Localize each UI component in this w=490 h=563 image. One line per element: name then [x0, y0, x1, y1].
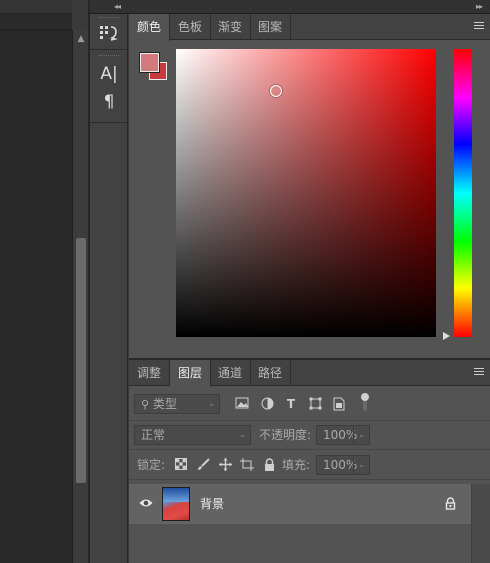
canvas-vertical-scrollbar[interactable]: ▲ [72, 30, 88, 563]
tab-channels[interactable]: 通道 [210, 360, 252, 386]
blend-mode-row: 正常 ⌄ 不透明度: 100% ⌄ [129, 422, 490, 450]
layer-name[interactable]: 背景 [200, 495, 224, 512]
opacity-label: 不透明度: [259, 428, 312, 442]
dock-grip[interactable] [99, 17, 119, 20]
tab-patterns[interactable]: 图案 [250, 14, 292, 40]
search-icon: ⚲ [141, 398, 150, 411]
tab-paths[interactable]: 路径 [250, 360, 292, 386]
right-panels: 颜色 色板 渐变 图案 调整 图层 通道 路径 ⚲ 类型 ⌄ T 正常 ⌄ 不透… [129, 14, 490, 563]
adjustment-filter-icon[interactable] [260, 397, 274, 411]
lock-artboard-icon[interactable] [240, 458, 254, 472]
panel-collapse-bar: ◂◂ ▸▸ [90, 0, 490, 14]
layer-filter-row: ⚲ 类型 ⌄ T [129, 387, 490, 421]
color-picker-marker[interactable] [270, 85, 282, 97]
fill-input[interactable]: 100% ⌄ [316, 455, 370, 475]
layers-panel: 调整 图层 通道 路径 ⚲ 类型 ⌄ T 正常 ⌄ 不透明度: 100% ⌄ 锁… [129, 358, 490, 563]
dock-group-1 [90, 14, 128, 50]
layer-lock-icon[interactable] [443, 497, 457, 511]
opacity-input[interactable]: 100% ⌄ [316, 425, 370, 445]
layers-scrollbar[interactable] [471, 484, 490, 563]
lock-position-icon[interactable] [218, 458, 232, 472]
scroll-up-arrow-icon[interactable]: ▲ [76, 34, 86, 44]
layer-row[interactable]: 背景 [129, 484, 471, 524]
lock-paint-icon[interactable] [196, 458, 210, 472]
saturation-brightness-field[interactable] [176, 49, 436, 337]
canvas-scroll-thumb[interactable] [76, 238, 86, 483]
smart-object-filter-icon[interactable] [332, 397, 346, 411]
layer-thumbnail[interactable] [162, 487, 190, 521]
blend-mode-select[interactable]: 正常 ⌄ [134, 425, 251, 445]
opacity-value: 100% [323, 428, 358, 442]
color-panel: 颜色 色板 渐变 图案 [129, 14, 490, 358]
chevron-down-icon: ⌄ [353, 426, 365, 444]
lock-row: 锁定: 填充: 100% ⌄ [129, 451, 490, 480]
layer-kind-filter-value: 类型 [152, 397, 177, 411]
blend-mode-value: 正常 [141, 428, 166, 442]
color-panel-menu-icon[interactable] [474, 22, 484, 32]
hue-slider-handle-icon[interactable] [443, 332, 450, 340]
lock-label: 锁定: [137, 458, 166, 472]
image-filter-icon[interactable] [235, 397, 249, 411]
tab-gradients[interactable]: 渐变 [210, 14, 252, 40]
layers-panel-menu-icon[interactable] [474, 368, 484, 378]
document-top-strip [0, 0, 72, 14]
lock-pixels-icon[interactable] [174, 458, 188, 472]
dock-group-2: A| ¶ [90, 51, 128, 123]
chevron-down-icon: ⌄ [239, 430, 246, 439]
layers-panel-tabbar: 调整 图层 通道 路径 [129, 360, 490, 387]
collapse-right-icon[interactable]: ▸▸ [476, 0, 483, 14]
dock-grip[interactable] [99, 55, 119, 58]
fill-value: 100% [323, 458, 358, 472]
paragraph-layout-icon[interactable] [97, 23, 121, 45]
document-canvas-area [0, 0, 72, 563]
fill-label: 填充: [282, 458, 311, 472]
collapsed-panel-dock: A| ¶ [90, 14, 128, 563]
eye-icon[interactable] [139, 497, 153, 511]
tab-color[interactable]: 颜色 [129, 14, 171, 41]
filter-toggle-icon[interactable] [358, 392, 372, 414]
document-ruler [0, 14, 72, 30]
shape-filter-icon[interactable] [308, 397, 322, 411]
tab-adjustments[interactable]: 调整 [129, 360, 171, 386]
foreground-color-swatch[interactable] [140, 53, 159, 72]
hue-slider[interactable] [454, 49, 472, 337]
lock-all-icon[interactable] [262, 458, 276, 472]
pilcrow-icon[interactable]: ¶ [97, 91, 121, 113]
chevron-down-icon: ⌄ [353, 456, 365, 474]
layer-kind-filter[interactable]: ⚲ 类型 ⌄ [134, 394, 220, 414]
tab-swatches[interactable]: 色板 [170, 14, 212, 40]
tab-layers[interactable]: 图层 [170, 360, 212, 387]
chevron-down-icon: ⌄ [208, 399, 215, 408]
color-panel-tabbar: 颜色 色板 渐变 图案 [129, 14, 490, 41]
type-filter-icon[interactable]: T [284, 397, 298, 411]
character-icon[interactable]: A| [97, 63, 121, 85]
collapse-left-icon[interactable]: ◂◂ [114, 0, 121, 14]
